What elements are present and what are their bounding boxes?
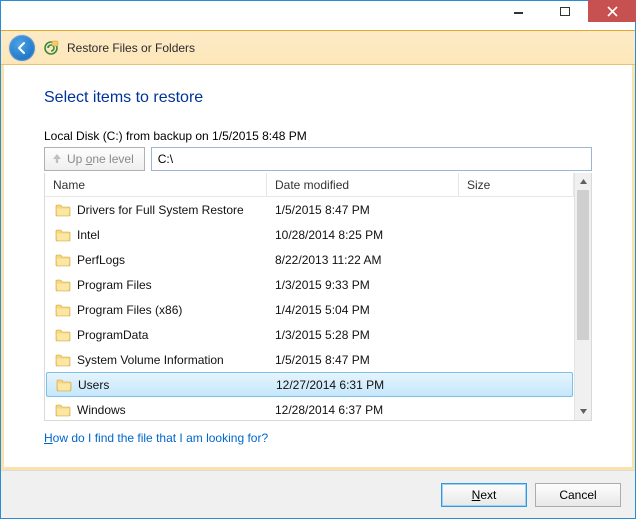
folder-icon bbox=[55, 303, 71, 317]
row-name: System Volume Information bbox=[77, 353, 224, 367]
row-name: PerfLogs bbox=[77, 253, 125, 267]
row-name: Users bbox=[78, 378, 109, 392]
table-row[interactable]: PerfLogs 8/22/2013 11:22 AM bbox=[45, 247, 574, 272]
up-label: Up one level bbox=[67, 152, 134, 166]
table-row[interactable]: Drivers for Full System Restore 1/5/2015 … bbox=[45, 197, 574, 222]
cancel-button[interactable]: Cancel bbox=[535, 483, 621, 507]
row-date: 1/5/2015 8:47 PM bbox=[267, 353, 459, 367]
folder-icon bbox=[55, 328, 71, 342]
table-row[interactable]: System Volume Information 1/5/2015 8:47 P… bbox=[45, 347, 574, 372]
header-title: Restore Files or Folders bbox=[67, 41, 195, 55]
scrollbar[interactable] bbox=[574, 173, 591, 420]
wizard-window: Restore Files or Folders Select items to… bbox=[0, 0, 636, 519]
row-date: 1/3/2015 5:28 PM bbox=[267, 328, 459, 342]
next-button[interactable]: Next bbox=[441, 483, 527, 507]
up-arrow-icon bbox=[51, 152, 63, 167]
col-name[interactable]: Name bbox=[45, 173, 267, 196]
row-date: 12/27/2014 6:31 PM bbox=[268, 378, 460, 392]
up-one-level-button[interactable]: Up one level bbox=[44, 147, 145, 171]
back-button[interactable] bbox=[9, 35, 35, 61]
col-size[interactable]: Size bbox=[459, 173, 574, 196]
scroll-track[interactable] bbox=[575, 190, 591, 403]
row-name: Program Files bbox=[77, 278, 152, 292]
header-bar: Restore Files or Folders bbox=[1, 31, 635, 65]
restore-icon bbox=[43, 40, 59, 56]
table-row[interactable]: Windows 12/28/2014 6:37 PM bbox=[45, 397, 574, 420]
path-input[interactable]: C:\ bbox=[151, 147, 592, 171]
footer: Next Cancel bbox=[1, 470, 635, 518]
close-button[interactable] bbox=[588, 0, 636, 22]
row-date: 1/5/2015 8:47 PM bbox=[267, 203, 459, 217]
table-row[interactable]: Program Files (x86) 1/4/2015 5:04 PM bbox=[45, 297, 574, 322]
table-row[interactable]: Program Files 1/3/2015 9:33 PM bbox=[45, 272, 574, 297]
row-name: Drivers for Full System Restore bbox=[77, 203, 244, 217]
file-list: Name Date modified Size Drivers for Full… bbox=[44, 173, 592, 421]
help-link[interactable]: How do I find the file that I am looking… bbox=[44, 431, 592, 445]
path-value: C:\ bbox=[158, 152, 173, 166]
scroll-thumb[interactable] bbox=[577, 190, 589, 340]
source-label: Local Disk (C:) from backup on 1/5/2015 … bbox=[44, 129, 592, 143]
titlebar bbox=[1, 1, 635, 31]
page-heading: Select items to restore bbox=[44, 89, 592, 107]
folder-icon bbox=[55, 253, 71, 267]
folder-icon bbox=[55, 403, 71, 417]
folder-icon bbox=[55, 228, 71, 242]
scroll-up-icon[interactable] bbox=[575, 173, 591, 190]
folder-icon bbox=[55, 203, 71, 217]
table-row[interactable]: ProgramData 1/3/2015 5:28 PM bbox=[45, 322, 574, 347]
body: Select items to restore Local Disk (C:) … bbox=[1, 65, 635, 470]
maximize-button[interactable] bbox=[542, 1, 588, 23]
folder-icon bbox=[56, 378, 72, 392]
table-row[interactable]: Intel 10/28/2014 8:25 PM bbox=[45, 222, 574, 247]
row-date: 10/28/2014 8:25 PM bbox=[267, 228, 459, 242]
row-name: Intel bbox=[77, 228, 100, 242]
col-date[interactable]: Date modified bbox=[267, 173, 459, 196]
column-headers: Name Date modified Size bbox=[45, 173, 574, 197]
minimize-button[interactable] bbox=[496, 1, 542, 23]
row-name: ProgramData bbox=[77, 328, 148, 342]
rows-container: Drivers for Full System Restore 1/5/2015 … bbox=[45, 197, 574, 420]
row-name: Windows bbox=[77, 403, 126, 417]
row-name: Program Files (x86) bbox=[77, 303, 182, 317]
row-date: 1/3/2015 9:33 PM bbox=[267, 278, 459, 292]
row-date: 12/28/2014 6:37 PM bbox=[267, 403, 459, 417]
row-date: 1/4/2015 5:04 PM bbox=[267, 303, 459, 317]
scroll-down-icon[interactable] bbox=[575, 403, 591, 420]
path-row: Up one level C:\ bbox=[44, 147, 592, 171]
folder-icon bbox=[55, 278, 71, 292]
row-date: 8/22/2013 11:22 AM bbox=[267, 253, 459, 267]
folder-icon bbox=[55, 353, 71, 367]
table-row[interactable]: Users 12/27/2014 6:31 PM bbox=[46, 372, 573, 397]
